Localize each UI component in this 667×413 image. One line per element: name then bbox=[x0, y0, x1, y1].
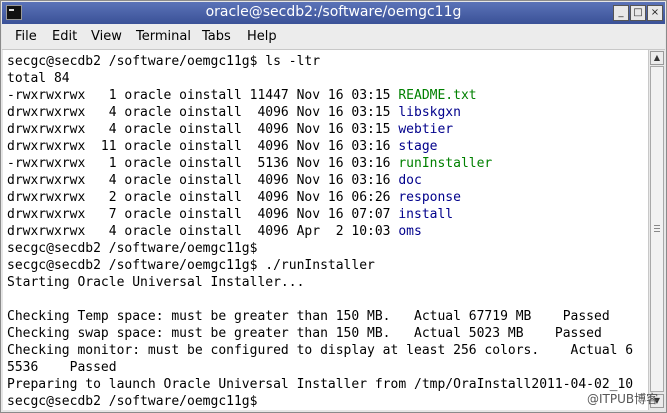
terminal-line: Checking Temp space: must be greater tha… bbox=[7, 309, 610, 324]
listing-attributes: drwxrwxrwx 4 oracle oinstall 4096 Nov 16… bbox=[7, 105, 399, 120]
close-button[interactable]: × bbox=[647, 5, 663, 21]
listing-filename: libskgxn bbox=[398, 105, 461, 120]
listing-filename: README.txt bbox=[398, 88, 477, 103]
terminal-line: drwxrwxrwx 11 oracle oinstall 4096 Nov 1… bbox=[7, 138, 437, 155]
listing-attributes: -rwxrwxrwx 1 oracle oinstall 5136 Nov 16… bbox=[7, 156, 399, 171]
minimize-button[interactable]: _ bbox=[613, 5, 629, 21]
listing-filename: webtier bbox=[398, 122, 454, 137]
terminal-line: drwxrwxrwx 7 oracle oinstall 4096 Nov 16… bbox=[7, 206, 453, 223]
terminal-window: oracle@secdb2:/software/oemgc11g _ □ × F… bbox=[0, 0, 667, 413]
menu-help[interactable]: Help bbox=[247, 29, 277, 44]
terminal-line: secgc@secdb2 /software/oemgc11g$ ./runIn… bbox=[7, 258, 375, 273]
window-title: oracle@secdb2:/software/oemgc11g bbox=[205, 4, 462, 20]
terminal-line: total 84 bbox=[7, 71, 70, 86]
terminal-line: secgc@secdb2 /software/oemgc11g$ ls -ltr bbox=[7, 54, 321, 69]
terminal-line: drwxrwxrwx 4 oracle oinstall 4096 Nov 16… bbox=[7, 104, 461, 121]
listing-attributes: drwxrwxrwx 11 oracle oinstall 4096 Nov 1… bbox=[7, 139, 399, 154]
menu-file[interactable]: File bbox=[15, 29, 37, 44]
listing-filename: stage bbox=[398, 139, 438, 154]
terminal-line: -rwxrwxrwx 1 oracle oinstall 11447 Nov 1… bbox=[7, 87, 477, 104]
terminal-line: Preparing to launch Oracle Universal Ins… bbox=[7, 377, 634, 392]
terminal-line: Checking monitor: must be configured to … bbox=[7, 343, 634, 358]
listing-filename: response bbox=[398, 190, 461, 205]
terminal-output[interactable]: secgc@secdb2 /software/oemgc11g$ ls -ltr… bbox=[3, 50, 648, 410]
terminal-line: -rwxrwxrwx 1 oracle oinstall 5136 Nov 16… bbox=[7, 155, 492, 172]
listing-filename: doc bbox=[398, 173, 422, 188]
terminal-line: secgc@secdb2 /software/oemgc11g$ bbox=[7, 394, 258, 409]
menu-terminal[interactable]: Terminal bbox=[136, 29, 191, 44]
thumb-grip bbox=[654, 225, 660, 226]
vertical-scrollbar[interactable]: ▲ ▼ bbox=[648, 50, 665, 410]
menu-tabs[interactable]: Tabs bbox=[202, 29, 231, 44]
listing-filename: oms bbox=[398, 224, 422, 239]
terminal-line: drwxrwxrwx 4 oracle oinstall 4096 Nov 16… bbox=[7, 172, 422, 189]
terminal-line: 5536 Passed bbox=[7, 360, 117, 375]
watermark: @ITPUB博客 bbox=[587, 392, 659, 406]
menu-view[interactable]: View bbox=[91, 29, 122, 44]
listing-attributes: drwxrwxrwx 4 oracle oinstall 4096 Nov 16… bbox=[7, 122, 399, 137]
listing-attributes: -rwxrwxrwx 1 oracle oinstall 11447 Nov 1… bbox=[7, 88, 399, 103]
listing-attributes: drwxrwxrwx 4 oracle oinstall 4096 Apr 2 … bbox=[7, 224, 399, 239]
listing-attributes: drwxrwxrwx 4 oracle oinstall 4096 Nov 16… bbox=[7, 173, 399, 188]
thumb-grip bbox=[654, 228, 660, 229]
terminal-line: Checking swap space: must be greater tha… bbox=[7, 326, 602, 341]
listing-attributes: drwxrwxrwx 7 oracle oinstall 4096 Nov 16… bbox=[7, 207, 399, 222]
scrollbar-thumb[interactable] bbox=[650, 66, 664, 392]
listing-filename: runInstaller bbox=[398, 156, 493, 171]
terminal-line: drwxrwxrwx 4 oracle oinstall 4096 Apr 2 … bbox=[7, 223, 422, 240]
scroll-up-arrow-icon[interactable]: ▲ bbox=[650, 51, 664, 65]
terminal-line: drwxrwxrwx 4 oracle oinstall 4096 Nov 16… bbox=[7, 121, 453, 138]
maximize-button[interactable]: □ bbox=[630, 5, 646, 21]
thumb-grip bbox=[654, 231, 660, 232]
menu-edit[interactable]: Edit bbox=[52, 29, 77, 44]
terminal-line: Starting Oracle Universal Installer... bbox=[7, 275, 305, 290]
terminal-line: secgc@secdb2 /software/oemgc11g$ bbox=[7, 241, 258, 256]
listing-attributes: drwxrwxrwx 2 oracle oinstall 4096 Nov 16… bbox=[7, 190, 399, 205]
menu-bar: File Edit View Terminal Tabs Help bbox=[2, 24, 665, 50]
terminal-line: drwxrwxrwx 2 oracle oinstall 4096 Nov 16… bbox=[7, 189, 461, 206]
listing-filename: install bbox=[398, 207, 454, 222]
title-bar[interactable]: oracle@secdb2:/software/oemgc11g _ □ × bbox=[2, 2, 665, 24]
